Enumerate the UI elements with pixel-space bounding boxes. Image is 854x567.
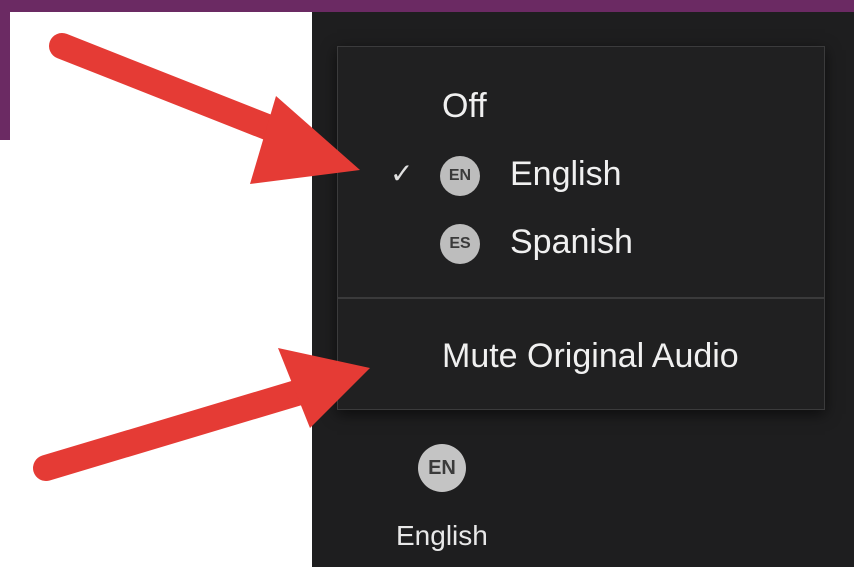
red-arrow-icon <box>49 33 360 184</box>
annotation-arrows <box>33 33 370 481</box>
red-arrow-icon <box>33 348 370 481</box>
